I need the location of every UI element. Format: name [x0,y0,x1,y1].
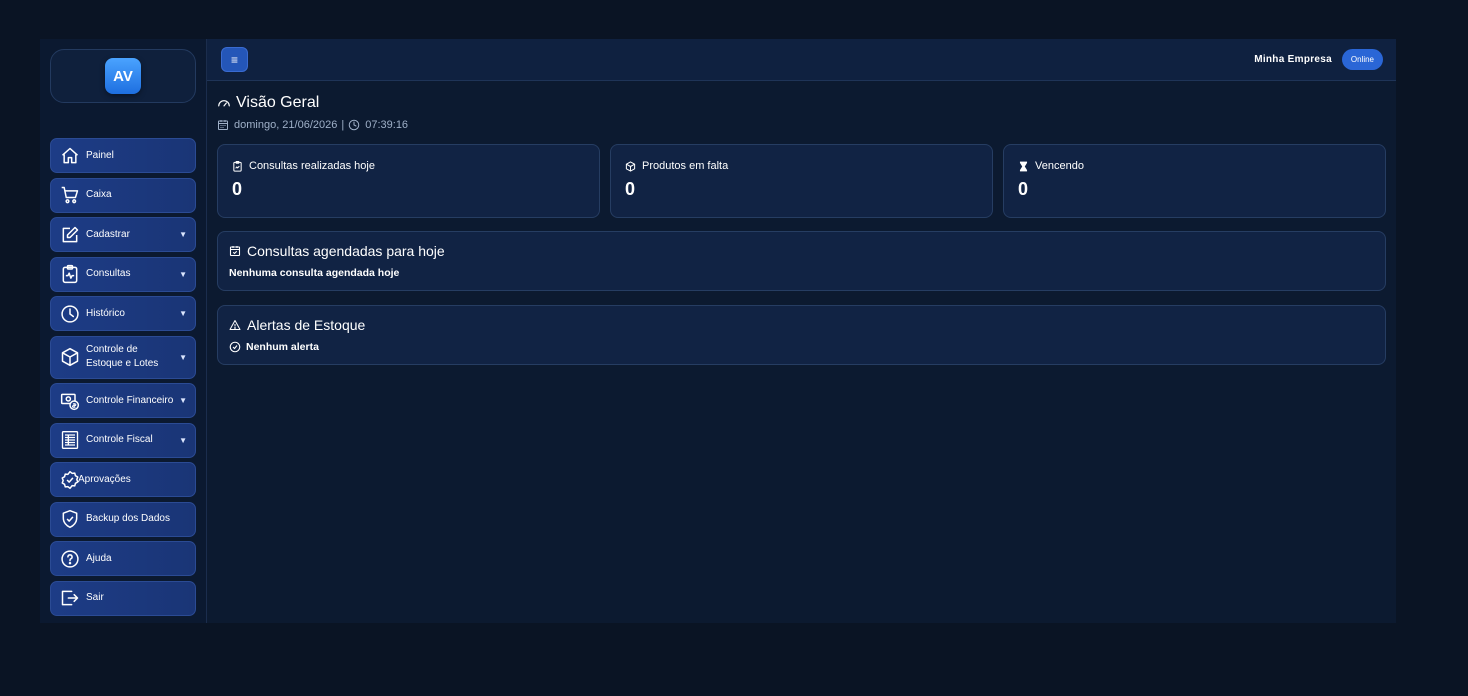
panel-title-text: Consultas agendadas para hoje [247,242,445,259]
sidebar-item-label: Painel [86,149,114,161]
clipboard-pulse-icon [60,264,80,284]
sidebar-item-consultas[interactable]: Consultas ▼ [50,256,196,292]
badge-check-icon [60,470,80,490]
speedometer-icon [218,100,230,107]
app-window: AV Painel Caixa Cadastrar ▼ Consultas ▼ … [40,39,1396,623]
home-icon [60,146,80,166]
logout-icon [60,588,80,608]
sidebar-item-label: Cadastrar [86,228,130,240]
check-circle-icon [229,341,241,352]
sidebar-item-fiscal[interactable]: Controle Fiscal ▼ [50,422,196,458]
page-title: Visão Geral [217,93,1386,113]
logo: AV [105,58,141,94]
sidebar-item-estoque[interactable]: Controle de Estoque e Lotes ▼ [50,335,196,379]
sidebar-item-label: Histórico [86,307,125,319]
chevron-down-icon: ▼ [179,309,187,318]
chevron-down-icon: ▼ [179,396,187,405]
edit-icon [60,225,80,245]
page-title-text: Visão Geral [236,94,320,111]
stat-card-produtos-em-falta: Produtos em falta 0 [610,144,993,218]
box-icon [625,160,636,172]
sidebar-item-label: Consultas [86,268,131,279]
panel-title: Consultas agendadas para hoje [229,242,1375,259]
sidebar-item-label: Controle de Estoque e Lotes [86,344,159,369]
stat-label: Produtos em falta [642,160,729,172]
chevron-down-icon: ▼ [179,269,187,279]
stat-value: 0 [625,179,636,199]
menu-toggle-button[interactable]: ≡ [221,47,248,72]
alerts-text: Nenhum alerta [246,340,319,353]
stat-value: 0 [232,179,243,199]
panel-title: Alertas de Estoque [229,316,1375,333]
company-name: Minha Empresa [1254,54,1332,65]
alerts-panel: Alertas de Estoque Nenhum alerta [217,305,1386,365]
clock-icon [348,119,360,131]
chevron-down-icon: ▼ [179,435,187,445]
current-time: 07:39:16 [365,119,409,131]
sidebar-item-historico[interactable]: Histórico ▼ [50,296,196,331]
stat-header: Produtos em falta [625,159,992,173]
sidebar-item-ajuda[interactable]: Ajuda [50,541,196,576]
status-badge: Online [1341,49,1383,70]
sidebar-item-caixa[interactable]: Caixa [50,177,196,213]
panel-title-text: Alertas de Estoque [247,316,366,333]
date-time-line: domingo, 21/06/2026 | 07:39:16 [217,118,1386,132]
sidebar-item-label: Sair [86,592,104,603]
hourglass-icon [1019,161,1028,171]
sidebar-item-label: Controle Fiscal [86,434,153,445]
sidebar-nav: Painel Caixa Cadastrar ▼ Consultas ▼ His… [50,138,196,620]
scheduled-empty-text: Nenhuma consulta agendada hoje [229,266,400,279]
box-icon [60,347,80,367]
alerts-empty-text: Nenhum alerta [229,340,1375,353]
hamburger-icon: ≡ [230,52,238,67]
calendar-check-icon [229,245,241,256]
main-area: ≡ Minha Empresa Online Visão Geral domin… [207,39,1396,623]
current-date: domingo, 21/06/2026 [234,119,338,131]
separator: | [341,119,345,131]
chevron-down-icon: ▼ [179,230,187,239]
sidebar-item-backup[interactable]: Backup dos Dados [50,501,196,537]
sidebar-item-label: Aprovações [78,473,131,485]
stat-card-vencendo: Vencendo 0 [1003,144,1386,218]
dashboard-content: Visão Geral domingo, 21/06/2026 | 07:39:… [207,81,1396,365]
sidebar-item-cadastrar[interactable]: Cadastrar ▼ [50,217,196,252]
stats-row: Consultas realizadas hoje 0 Produtos em … [217,144,1386,218]
stat-header: Consultas realizadas hoje [232,159,599,173]
sidebar-item-label: Caixa [86,189,112,200]
logo-container[interactable]: AV [50,49,196,103]
stat-label: Vencendo [1035,160,1084,172]
topbar: ≡ Minha Empresa Online [207,39,1396,81]
stat-header: Vencendo [1018,159,1385,173]
sidebar-item-label: Controle Financeiro [86,394,174,406]
sidebar: AV Painel Caixa Cadastrar ▼ Consultas ▼ … [40,39,207,623]
scheduled-panel: Consultas agendadas para hoje Nenhuma co… [217,231,1386,291]
receipt-icon [60,430,80,450]
stat-card-consultas: Consultas realizadas hoje 0 [217,144,600,218]
sidebar-item-painel[interactable]: Painel [50,138,196,173]
calendar-icon [218,120,228,130]
chevron-down-icon: ▼ [179,352,187,362]
shield-check-icon [60,509,80,529]
cash-icon [60,391,80,411]
clipboard-icon [233,160,242,172]
sidebar-item-financeiro[interactable]: Controle Financeiro ▼ [50,383,196,418]
sidebar-item-sair[interactable]: Sair [50,580,196,616]
stat-label: Consultas realizadas hoje [249,160,375,172]
warning-icon [229,319,241,330]
clock-icon [60,304,80,324]
sidebar-item-aprovacoes[interactable]: Aprovações [50,462,196,497]
cart-icon [60,185,80,205]
help-icon [60,549,80,569]
sidebar-item-label: Ajuda [86,552,112,564]
stat-value: 0 [1018,179,1029,199]
sidebar-item-label: Backup dos Dados [86,513,170,524]
